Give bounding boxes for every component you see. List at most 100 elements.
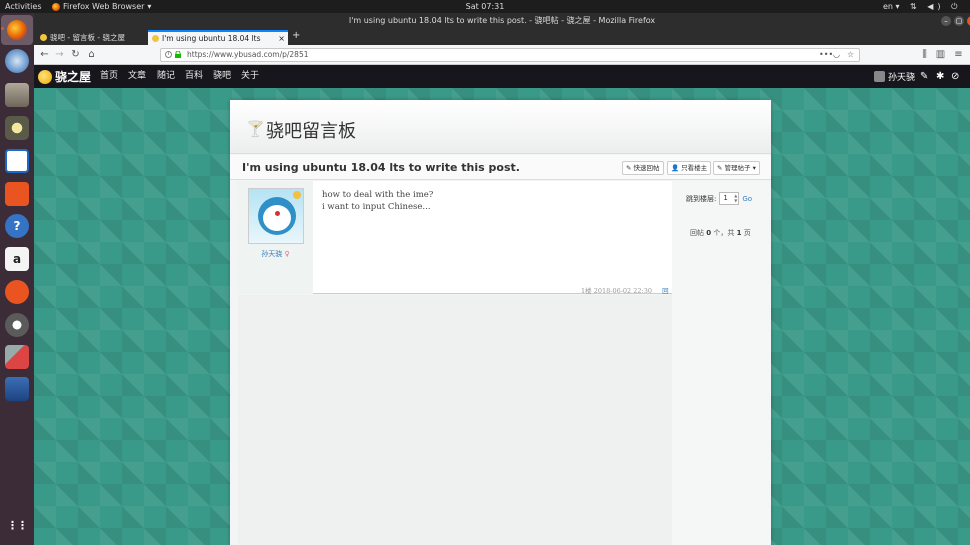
jump-label: 跳到楼层: xyxy=(686,194,717,203)
logo-mark-icon xyxy=(38,69,52,84)
running-indicator xyxy=(1,27,4,30)
back-button[interactable]: ← xyxy=(38,48,51,61)
username: 孙天骁 xyxy=(888,73,916,83)
site-info-icon[interactable]: i xyxy=(165,51,172,58)
site-logo[interactable]: 骁之屋 xyxy=(38,68,91,85)
board-title: 骁吧留言板 xyxy=(266,121,356,142)
logout-icon[interactable]: ⊘ xyxy=(951,65,959,88)
minimize-button[interactable]: – xyxy=(941,16,951,26)
go-button[interactable]: Go xyxy=(742,195,752,203)
lock-icon xyxy=(175,51,181,58)
gnome-top-bar: Activities Firefox Web Browser ▾ Sat 07:… xyxy=(0,0,970,24)
forward-button[interactable]: → xyxy=(53,48,66,61)
site-favicon-icon xyxy=(152,35,159,42)
gender-icon: ♀ xyxy=(284,250,290,258)
rhythmbox-icon[interactable] xyxy=(5,116,29,140)
navigation-toolbar: ← → ↻ ⌂ i https://www.ybusad.com/p/2851 … xyxy=(34,45,970,65)
reply-count-value: 0 xyxy=(706,229,712,237)
drive-icon[interactable] xyxy=(5,377,29,401)
count-mid: 个，共 xyxy=(713,229,735,237)
pocket-icon[interactable]: ◡ xyxy=(833,49,840,61)
author-name[interactable]: 孙天骁 xyxy=(261,250,282,258)
bookmark-star-icon[interactable]: ☆ xyxy=(847,49,854,61)
library-icon[interactable]: ⫼ xyxy=(918,48,931,61)
writer-icon[interactable] xyxy=(5,149,29,173)
author-name-row: 孙天骁 ♀ xyxy=(238,249,313,259)
post-title-bar: I'm using ubuntu 18.04 lts to write this… xyxy=(230,155,771,180)
files-icon[interactable] xyxy=(5,83,29,107)
url-bar[interactable]: i https://www.ybusad.com/p/2851 ••• ◡ ☆ xyxy=(160,48,860,62)
post-line: i want to input Chinese... xyxy=(322,202,431,212)
dock-firefox[interactable] xyxy=(1,15,33,45)
app-grid-glyph: ⋮⋮ xyxy=(7,518,28,532)
software-center-icon[interactable] xyxy=(5,182,29,206)
tab-label: 骁吧 - 留言板 - 骁之屋 xyxy=(50,33,125,42)
tools-icon[interactable]: ✱ xyxy=(936,65,944,88)
post-list-empty-area xyxy=(238,295,672,545)
window-titlebar: I'm using ubuntu 18.04 lts to write this… xyxy=(34,13,970,29)
ubuntu-icon[interactable] xyxy=(5,280,29,304)
page-count-value: 1 xyxy=(736,229,742,237)
updater-icon[interactable] xyxy=(5,313,29,337)
avatar xyxy=(874,71,885,82)
new-tab-button[interactable]: + xyxy=(292,30,300,41)
nav-forum[interactable]: 骁吧 xyxy=(213,65,231,88)
tab-strip: 骁吧 - 留言板 - 骁之屋 I'm using ubuntu 18.04 lt… xyxy=(34,29,970,45)
help-glyph: ? xyxy=(13,219,21,233)
hamburger-menu-icon[interactable]: ≡ xyxy=(952,48,965,61)
author-avatar[interactable] xyxy=(248,188,304,244)
nav-notes[interactable]: 随记 xyxy=(157,65,175,88)
floor-timestamp: 1楼 2018-06-02 22:30 xyxy=(581,287,652,295)
app-grid-icon[interactable]: ⋮⋮ xyxy=(5,513,29,537)
site-navbar: 骁之屋 首页 文章 随记 百科 骁吧 关于 孙天骁 ✎ ✱ ⊘ xyxy=(34,65,970,88)
firefox-icon xyxy=(7,20,27,40)
amazon-glyph: a xyxy=(12,252,22,266)
close-tab-icon[interactable]: × xyxy=(278,32,285,45)
floor-sidebar: 跳到楼层: 1 ▲ ▼ Go 回帖 0 个，共 1 页 xyxy=(672,181,771,545)
post-line: how to deal with the ime? xyxy=(322,190,434,200)
jump-to-floor: 跳到楼层: 1 ▲ ▼ Go xyxy=(686,192,752,205)
quick-reply-button[interactable]: ✎ 快速回帖 xyxy=(622,161,664,175)
reply-count: 回帖 0 个，共 1 页 xyxy=(690,228,751,238)
count-suffix: 页 xyxy=(743,229,751,237)
sidebar-icon[interactable]: ▥ xyxy=(934,48,947,61)
amazon-icon[interactable]: a xyxy=(5,247,29,271)
avatar-badge-icon xyxy=(293,191,301,199)
page-actions-icon[interactable]: ••• xyxy=(819,49,833,61)
help-icon[interactable]: ? xyxy=(5,214,29,238)
post-title: I'm using ubuntu 18.04 lts to write this… xyxy=(242,161,520,174)
maximize-button[interactable]: ▢ xyxy=(954,16,964,26)
tab-board[interactable]: 骁吧 - 留言板 - 骁之屋 xyxy=(36,30,148,45)
tab-current-post[interactable]: I'm using ubuntu 18.04 lts × xyxy=(148,30,288,45)
post-floor-1: 孙天骁 ♀ how to deal with the ime? i want t… xyxy=(238,181,672,305)
nav-wiki[interactable]: 百科 xyxy=(185,65,203,88)
site-favicon-icon xyxy=(40,34,47,41)
post-content: how to deal with the ime? i want to inpu… xyxy=(322,189,433,213)
count-prefix: 回帖 xyxy=(690,229,704,237)
window-title: I'm using ubuntu 18.04 lts to write this… xyxy=(348,16,656,25)
avatar-face xyxy=(263,205,291,231)
nav-articles[interactable]: 文章 xyxy=(128,65,146,88)
avatar-nose xyxy=(275,211,280,216)
nav-home[interactable]: 首页 xyxy=(100,65,118,88)
edit-icon[interactable]: ✎ xyxy=(920,65,928,88)
cocktail-icon: 🍸 xyxy=(246,120,265,138)
stepper-icon[interactable]: ▲ ▼ xyxy=(734,193,737,203)
ubuntu-dock: ? a ⋮⋮ xyxy=(0,13,34,545)
floor-number-value: 1 xyxy=(723,194,728,202)
logo-text: 骁之屋 xyxy=(55,70,92,84)
author-only-button[interactable]: 👤 只看楼主 xyxy=(667,161,712,175)
tab-label: I'm using ubuntu 18.04 lts xyxy=(162,34,261,43)
user-menu[interactable]: 孙天骁 xyxy=(874,70,915,83)
thunderbird-icon[interactable] xyxy=(5,49,29,73)
home-button[interactable]: ⌂ xyxy=(85,48,98,61)
clock[interactable]: Sat 07:31 xyxy=(0,0,970,13)
nav-about[interactable]: 关于 xyxy=(241,65,259,88)
board-panel: 🍸 骁吧留言板 I'm using ubuntu 18.04 lts to wr… xyxy=(230,100,771,545)
settings-icon[interactable] xyxy=(5,345,29,369)
post-author-column: 孙天骁 ♀ xyxy=(238,181,313,294)
floor-number-input[interactable]: 1 ▲ ▼ xyxy=(719,192,740,205)
reload-button[interactable]: ↻ xyxy=(69,48,82,61)
input-language-menu[interactable]: en ▾ xyxy=(883,0,900,13)
manage-post-button[interactable]: ✎ 管理帖子 ▾ xyxy=(713,161,760,175)
